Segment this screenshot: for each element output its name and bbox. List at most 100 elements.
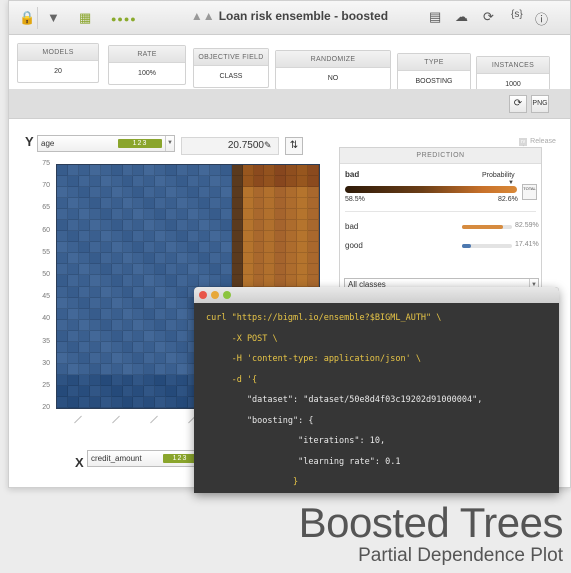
heat-cell (133, 352, 145, 364)
heat-cell (133, 297, 145, 309)
heat-cell (231, 176, 243, 188)
heat-cell (78, 341, 90, 353)
good-probability: 17.41% (515, 241, 539, 248)
code-icon[interactable]: {s} (511, 9, 523, 20)
heat-cell (209, 242, 221, 254)
code-line: curl "https://bigml.io/ensemble?$BIGML_A… (206, 313, 442, 323)
heat-cell (78, 165, 90, 177)
heat-cell (188, 220, 199, 232)
x-field-select[interactable]: credit_amount 123 (87, 450, 197, 467)
heat-cell (57, 165, 68, 177)
heat-cell (242, 242, 254, 254)
heat-cell (242, 176, 254, 188)
heat-cell (308, 187, 319, 199)
card-objective-field: OBJECTIVE FIELD CLASS (193, 48, 269, 88)
minimize-icon[interactable] (211, 291, 219, 299)
refresh-icon[interactable]: ⟳ (483, 9, 494, 25)
y-tick-label: 75 (42, 160, 50, 167)
heat-cell (67, 374, 79, 386)
heat-cell (166, 286, 178, 298)
y-tick-label: 55 (42, 248, 50, 256)
heat-cell (111, 286, 123, 298)
heat-cell (209, 231, 221, 243)
heat-cell (155, 253, 167, 265)
heat-cell (111, 176, 123, 188)
heat-cell (286, 220, 298, 232)
heat-cell (122, 253, 134, 265)
heat-cell (242, 275, 254, 287)
heat-cell (209, 176, 221, 188)
probability-min: 58.5% (345, 196, 365, 203)
heat-cell (144, 396, 156, 408)
heat-cell (242, 231, 254, 243)
code-line: "boosting": { (206, 415, 314, 426)
reset-button[interactable]: ⟳ (509, 95, 527, 113)
heat-cell (144, 319, 156, 331)
heat-cell (188, 209, 199, 221)
heat-cell (111, 385, 123, 397)
heat-cell (144, 242, 156, 254)
heat-cell (89, 341, 101, 353)
heat-cell (297, 220, 309, 232)
heat-cell (133, 231, 145, 243)
y-tick-label: 60 (42, 226, 50, 234)
close-icon[interactable] (199, 291, 207, 299)
heat-cell (220, 209, 232, 221)
y-tick-label: 25 (42, 382, 50, 389)
heat-cell (89, 220, 101, 232)
heat-cell (297, 264, 309, 276)
maximize-icon[interactable] (223, 291, 231, 299)
heat-cell (242, 253, 254, 265)
heat-cell (242, 264, 254, 276)
heat-cell (209, 209, 221, 221)
heat-cell (133, 396, 145, 408)
heat-cell (308, 220, 319, 232)
heat-cell (297, 242, 309, 254)
download-icon[interactable]: ☁ (455, 9, 468, 25)
heat-cell (67, 341, 79, 353)
heat-cell (297, 275, 309, 287)
swap-axes-button[interactable]: ⇅ (285, 137, 303, 155)
heat-cell (133, 209, 145, 221)
heat-cell (111, 396, 123, 408)
total-button[interactable]: TOTAL (522, 184, 537, 200)
heat-cell (122, 264, 134, 276)
heat-cell (111, 198, 123, 210)
info-icon[interactable]: ⓘ (535, 9, 548, 28)
heat-cell (308, 198, 319, 210)
heat-cell (78, 286, 90, 298)
report-icon[interactable]: ▤ (429, 9, 441, 25)
heat-cell (297, 176, 309, 188)
terminal-titlebar (194, 287, 559, 303)
heat-cell (111, 242, 123, 254)
heat-cell (231, 220, 243, 232)
heat-cell (177, 187, 188, 199)
edit-icon[interactable]: ✎ (264, 140, 272, 151)
heat-cell (308, 176, 319, 188)
heat-cell (89, 363, 101, 375)
heat-cell (166, 253, 178, 265)
heat-cell (166, 198, 178, 210)
heat-cell (231, 264, 243, 276)
heat-cell (297, 231, 309, 243)
export-png-button[interactable]: PNG (531, 95, 549, 113)
heat-cell (198, 187, 210, 199)
heat-cell (111, 374, 123, 386)
heat-cell (78, 220, 90, 232)
heat-cell (89, 187, 101, 199)
heat-cell (122, 363, 134, 375)
heat-cell (122, 374, 134, 386)
y-field-select[interactable]: age 123 ▼ (37, 135, 175, 152)
heat-cell (133, 187, 145, 199)
code-line: "iterations": 10, (206, 436, 386, 446)
heat-cell (177, 231, 188, 243)
heat-cell (122, 297, 134, 309)
heat-cell (133, 165, 145, 177)
heat-cell (89, 275, 101, 287)
heat-cell (57, 253, 68, 265)
heat-cell (57, 264, 68, 276)
heat-cell (133, 374, 145, 386)
heat-cell (122, 352, 134, 364)
heat-cell (155, 275, 167, 287)
heat-cell (144, 297, 156, 309)
